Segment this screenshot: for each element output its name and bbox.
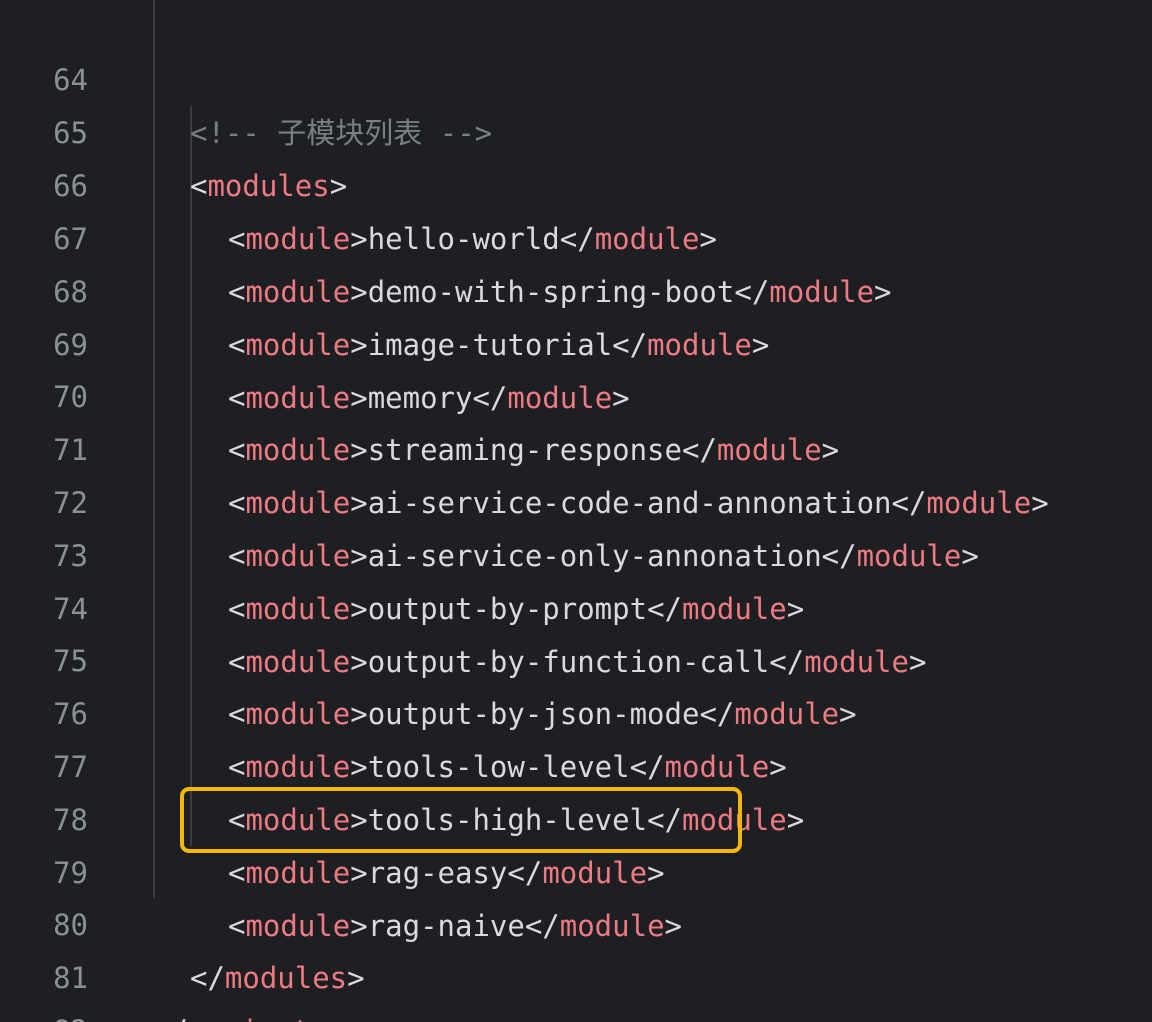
- code-line[interactable]: 71 <module>ai-service-code-and-annonatio…: [0, 371, 1152, 520]
- code-line[interactable]: 75 <module>output-by-json-mode</module>: [0, 582, 1152, 731]
- code-line[interactable]: 65 <modules>: [0, 54, 1152, 203]
- code-line[interactable]: 64 <!-- 子模块列表 -->: [0, 1, 1152, 150]
- code-line[interactable]: 72 <module>ai-service-only-annonation</m…: [0, 424, 1152, 573]
- code-line[interactable]: 73 <module>output-by-prompt</module>: [0, 477, 1152, 626]
- code-line[interactable]: 77 <module>tools-high-level</module>: [0, 688, 1152, 837]
- code-line[interactable]: 70 <module>streaming-response</module>: [0, 318, 1152, 467]
- xml-close-tag: </project>: [153, 1005, 328, 1022]
- line-number: 82: [0, 1005, 88, 1022]
- tag-name: project: [188, 1014, 310, 1022]
- code-line[interactable]: 66 <module>hello-world</module>: [0, 107, 1152, 256]
- code-line[interactable]: 78 <module>rag-easy</module>: [0, 741, 1152, 890]
- code-editor[interactable]: 64 <!-- 子模块列表 --> 65 <modules> 66 <modul…: [0, 0, 1152, 1022]
- highlight-box: [180, 787, 742, 853]
- tag-bracket: </: [153, 1014, 188, 1022]
- code-line[interactable]: 81 </project>: [0, 899, 1152, 1022]
- tag-bracket: >: [310, 1014, 327, 1022]
- code-line[interactable]: 82: [0, 952, 1152, 1022]
- code-line[interactable]: 67 <module>demo-with-spring-boot</module…: [0, 160, 1152, 309]
- code-line[interactable]: 69 <module>memory</module>: [0, 266, 1152, 415]
- code-line[interactable]: 74 <module>output-by-function-call</modu…: [0, 530, 1152, 679]
- code-line[interactable]: 68 <module>image-tutorial</module>: [0, 213, 1152, 362]
- code-line[interactable]: 80 </modules>: [0, 846, 1152, 995]
- code-line[interactable]: 76 <module>tools-low-level</module>: [0, 635, 1152, 784]
